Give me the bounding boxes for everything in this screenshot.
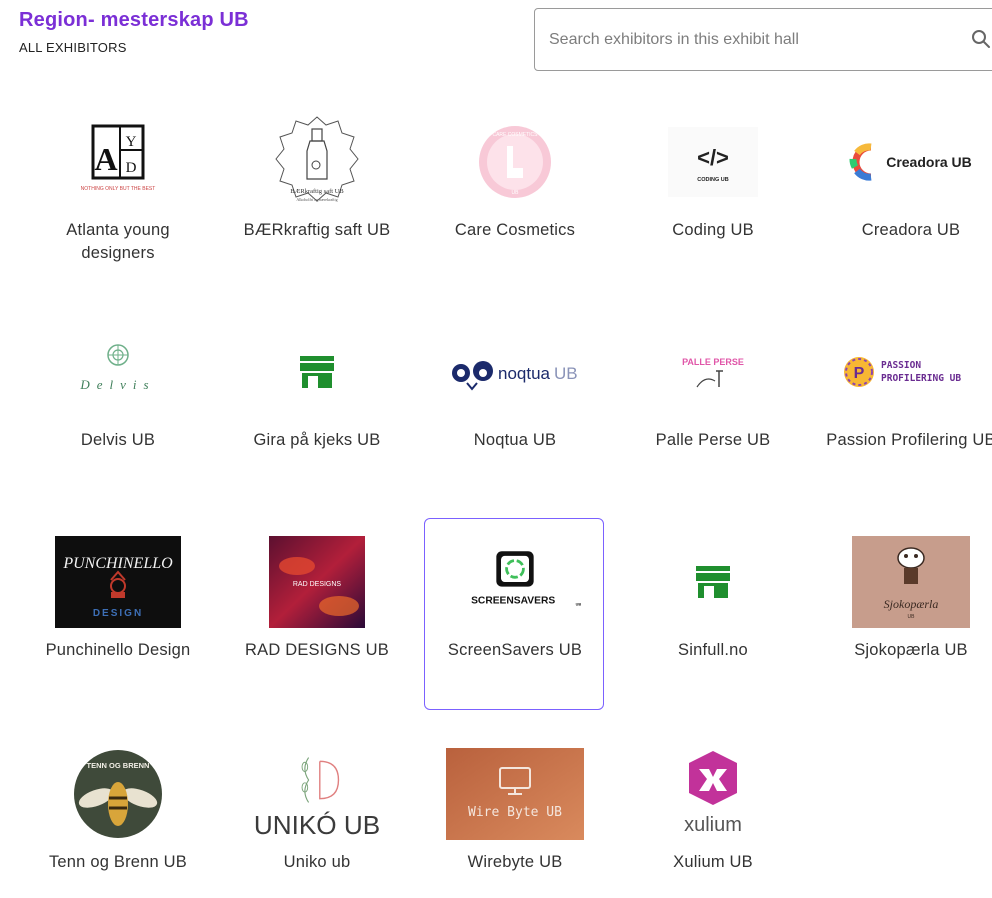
exhibitor-name: Care Cosmetics: [454, 221, 576, 239]
exhibitor-card-noqtua-ub[interactable]: noqtua UB Noqtua UB: [424, 308, 604, 500]
store-icon: [696, 566, 730, 598]
exhibitor-logo: [643, 535, 783, 629]
store-icon: [300, 356, 334, 388]
exhibitor-logo: [247, 325, 387, 419]
exhibitor-logo: CARE COSMETICS UB: [445, 115, 585, 209]
exhibitor-card-screensavers-ub[interactable]: SCREENSAVERS UB ScreenSavers UB: [424, 518, 604, 710]
exhibitor-logo: PALLE PERSE: [643, 325, 783, 419]
exhibitor-card-tenn-og-brenn-ub[interactable]: TENN OG BRENN Tenn og Brenn UB: [27, 730, 207, 898]
svg-text:PUNCHINELLO: PUNCHINELLO: [62, 555, 173, 572]
svg-text:Delvis: Delvis: [79, 377, 155, 392]
exhibitor-name: Punchinello Design: [45, 641, 191, 659]
exhibitor-card-sjokoperla-ub[interactable]: Sjokopærla UB Sjokopærla UB: [820, 518, 992, 710]
exhibitor-card-xulium-ub[interactable]: xulium Xulium UB: [622, 730, 802, 898]
svg-text:Wire Byte UB: Wire Byte UB: [468, 805, 562, 820]
exhibitor-card-delvis-ub[interactable]: Delvis Delvis UB: [27, 308, 207, 500]
svg-text:DESIGN: DESIGN: [93, 608, 143, 619]
exhibitor-name: Palle Perse UB: [655, 431, 771, 449]
exhibitor-card-creadora-ub[interactable]: Creadora UB Creadora UB: [820, 98, 992, 290]
exhibitor-logo: P PASSION PROFILERING UB: [841, 325, 981, 419]
svg-text:noqtua: noqtua: [498, 364, 551, 383]
svg-text:BÆRkraftig saft UB: BÆRkraftig saft UB: [290, 188, 344, 195]
exhibitor-name: Coding UB: [672, 221, 754, 239]
exhibitor-name: ScreenSavers UB: [447, 641, 583, 659]
exhibitor-name: Sjokopærla UB: [854, 641, 968, 659]
exhibitor-logo: noqtua UB: [445, 325, 585, 419]
exhibitor-logo: PUNCHINELLO DESIGN: [48, 535, 188, 629]
svg-text:xulium: xulium: [684, 814, 742, 836]
exhibitor-name: Gira på kjeks UB: [253, 431, 381, 449]
exhibitor-logo: UNIKÓ UB: [247, 747, 387, 841]
exhibitor-logo: TENN OG BRENN: [48, 747, 188, 841]
exhibitor-name: Uniko ub: [283, 853, 351, 871]
page-title: Region- mesterskap UB: [19, 9, 249, 31]
exhibitor-logo: Creadora UB: [841, 115, 981, 209]
svg-text:UB: UB: [576, 602, 582, 606]
svg-text:NOTHING ONLY BUT THE BEST: NOTHING ONLY BUT THE BEST: [81, 186, 156, 192]
search-icon[interactable]: [971, 29, 991, 49]
exhibitor-name: Wirebyte UB: [467, 853, 563, 871]
exhibitor-card-punchinello-design[interactable]: PUNCHINELLO DESIGN Punchinello Design: [27, 518, 207, 710]
exhibitor-card-atlanta-young-designers[interactable]: A Y D NOTHING ONLY BUT THE BEST Atlanta …: [27, 98, 207, 290]
exhibitor-logo: RAD DESIGNS: [247, 535, 387, 629]
exhibitor-name: Creadora UB: [861, 221, 961, 239]
exhibitor-name: Tenn og Brenn UB: [48, 853, 188, 871]
exhibitor-logo: Wire Byte UB: [445, 747, 585, 841]
search-input[interactable]: [549, 27, 949, 53]
svg-text:Sjokopærla: Sjokopærla: [884, 597, 939, 611]
exhibitor-logo: A Y D NOTHING ONLY BUT THE BEST: [48, 115, 188, 209]
exhibitor-card-passion-profilering-ub[interactable]: P PASSION PROFILERING UB Passion Profile…: [820, 308, 992, 500]
svg-text:Creadora UB: Creadora UB: [886, 154, 972, 170]
svg-text:UB: UB: [512, 190, 520, 196]
svg-text:PROFILERING UB: PROFILERING UB: [881, 373, 961, 384]
svg-text:</>: </>: [697, 145, 729, 170]
exhibitor-card-coding-ub[interactable]: </> CODING UB Coding UB: [622, 98, 802, 290]
exhibitor-name: Atlanta young designers: [66, 221, 170, 262]
page-subtitle: ALL EXHIBITORS: [19, 40, 127, 55]
svg-text:UB: UB: [554, 364, 578, 383]
exhibitor-logo: </> CODING UB: [643, 115, 783, 209]
exhibitor-name: Sinfull.no: [678, 641, 748, 659]
svg-text:RAD DESIGNS: RAD DESIGNS: [293, 581, 342, 588]
exhibitor-logo: Delvis: [48, 325, 188, 419]
exhibitor-name: Xulium UB: [673, 853, 753, 871]
exhibitor-logo: BÆRkraftig saft UB Alkoholfri og bærekra…: [247, 115, 387, 209]
exhibitor-logo: SCREENSAVERS UB: [445, 535, 585, 629]
exhibitor-name: BÆRkraftig saft UB: [243, 221, 391, 239]
svg-text:TENN OG BRENN: TENN OG BRENN: [87, 761, 150, 770]
svg-text:SCREENSAVERS: SCREENSAVERS: [471, 595, 555, 606]
exhibitor-card-baerkraftig-saft-ub[interactable]: BÆRkraftig saft UB Alkoholfri og bærekra…: [226, 98, 406, 290]
svg-text:P: P: [854, 365, 865, 382]
svg-text:A: A: [94, 141, 117, 177]
svg-text:PALLE PERSE: PALLE PERSE: [682, 357, 744, 367]
exhibitor-name: Noqtua UB: [473, 431, 557, 449]
svg-text:UB: UB: [908, 614, 916, 620]
exhibitor-card-wirebyte-ub[interactable]: Wire Byte UB Wirebyte UB: [424, 730, 604, 898]
exhibitor-logo: xulium: [643, 747, 783, 841]
exhibitor-card-sinfull-no[interactable]: Sinfull.no: [622, 518, 802, 710]
svg-text:CODING UB: CODING UB: [697, 177, 729, 183]
exhibitor-logo: Sjokopærla UB: [841, 535, 981, 629]
exhibitor-name: RAD DESIGNS UB: [245, 641, 389, 659]
exhibitor-card-rad-designs-ub[interactable]: RAD DESIGNS RAD DESIGNS UB: [226, 518, 406, 710]
svg-text:Y: Y: [126, 134, 137, 150]
exhibitor-name: Passion Profilering UB: [826, 431, 992, 449]
svg-text:UNIKÓ UB: UNIKÓ UB: [254, 810, 380, 840]
svg-text:D: D: [126, 160, 137, 176]
svg-text:Alkoholfri og bærekraftig: Alkoholfri og bærekraftig: [296, 197, 337, 202]
search-box: [534, 8, 992, 71]
svg-text:PASSION: PASSION: [881, 360, 921, 371]
exhibitor-card-palle-perse-ub[interactable]: PALLE PERSE Palle Perse UB: [622, 308, 802, 500]
exhibitor-card-care-cosmetics[interactable]: CARE COSMETICS UB Care Cosmetics: [424, 98, 604, 290]
exhibitor-name: Delvis UB: [80, 431, 156, 449]
svg-text:CARE COSMETICS: CARE COSMETICS: [492, 132, 538, 138]
exhibitor-card-gira-pa-kjeks-ub[interactable]: Gira på kjeks UB: [226, 308, 406, 500]
exhibitor-card-uniko-ub[interactable]: UNIKÓ UB Uniko ub: [226, 730, 406, 898]
